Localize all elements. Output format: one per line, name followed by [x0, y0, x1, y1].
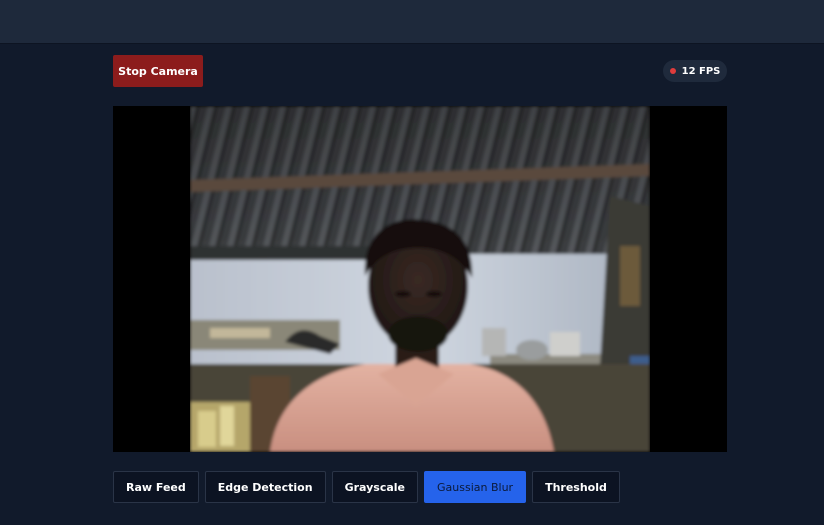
video-frame-image [190, 106, 650, 452]
filter-button-grayscale[interactable]: Grayscale [331, 471, 418, 503]
filter-button-gaussian-blur[interactable]: Gaussian Blur [424, 471, 527, 503]
filter-button-raw-feed[interactable]: Raw Feed [113, 471, 199, 503]
live-dot-icon [669, 68, 676, 74]
fps-label: 12 FPS [681, 65, 721, 77]
filter-button-threshold[interactable]: Threshold [532, 471, 620, 503]
fps-badge: 12 FPS [663, 60, 727, 82]
filter-button-edge-detection[interactable]: Edge Detection [204, 471, 326, 503]
filter-button-bar: Raw Feed Edge Detection Grayscale Gaussian … [113, 471, 620, 503]
camera-video-feed [113, 106, 727, 452]
stop-camera-button[interactable]: Stop Camera [113, 55, 203, 87]
top-header-bar [0, 0, 824, 44]
